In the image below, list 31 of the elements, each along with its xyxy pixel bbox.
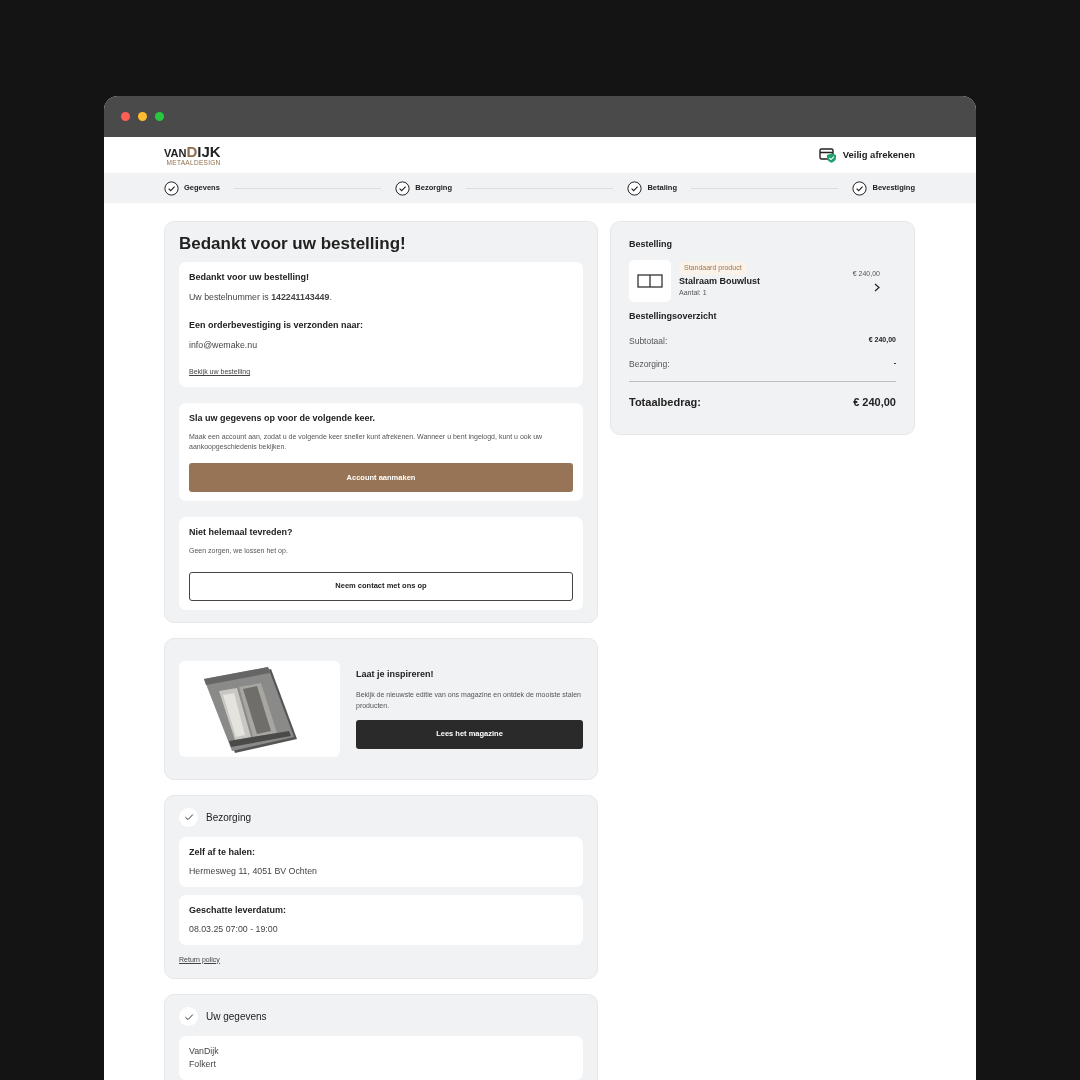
section-heading: Uw gegevens bbox=[206, 1010, 267, 1025]
order-number-text: Uw bestelnummer is 142241143449. bbox=[189, 291, 333, 304]
window-frame-icon bbox=[637, 273, 663, 288]
chevron-right-icon bbox=[874, 283, 880, 293]
card-heading: Bedankt voor uw bestelling! bbox=[189, 271, 310, 284]
section-heading: Bezorging bbox=[206, 810, 252, 825]
summary-label: Subtotaal: bbox=[629, 335, 668, 348]
detail-line: Folkert bbox=[189, 1058, 217, 1072]
card-heading: Sla uw gegevens op voor de volgende keer. bbox=[189, 411, 377, 425]
info-label: Zelf af te halen: bbox=[189, 845, 256, 858]
window-control-dot[interactable] bbox=[155, 112, 164, 121]
window-control-dot[interactable] bbox=[121, 112, 130, 121]
overview-heading: Bestellingsoverzicht bbox=[629, 309, 718, 323]
summary-heading: Bestelling bbox=[629, 238, 673, 251]
info-label: Geschatte leverdatum: bbox=[189, 903, 288, 916]
info-value: 08.03.25 07:00 - 19:00 bbox=[189, 923, 279, 936]
logo-wordmark[interactable]: VANDIJK bbox=[164, 143, 221, 159]
magazine-heading: Laat je inspireren! bbox=[356, 668, 435, 682]
secure-card-shield-icon bbox=[818, 147, 837, 163]
info-value: Hermesweg 11, 4051 BV Ochten bbox=[189, 865, 318, 878]
secure-checkout-label: Veilig afrekenen bbox=[842, 147, 915, 162]
product-name: Stalraam Bouwlust bbox=[679, 274, 761, 288]
summary-label: Bezorging: bbox=[629, 357, 670, 371]
detail-line: VanDijk bbox=[189, 1045, 220, 1059]
card-heading: Een orderbevestiging is verzonden naar: bbox=[189, 319, 365, 332]
total-label: Totaalbedrag: bbox=[629, 394, 701, 410]
page-heading: Bedankt voor uw bestelling! bbox=[179, 234, 407, 255]
card-heading: Niet helemaal tevreden? bbox=[189, 525, 294, 539]
email-text: info@wemake.nu bbox=[189, 339, 259, 352]
window-control-dot[interactable] bbox=[138, 112, 147, 121]
total-value: € 240,00 bbox=[853, 394, 896, 410]
